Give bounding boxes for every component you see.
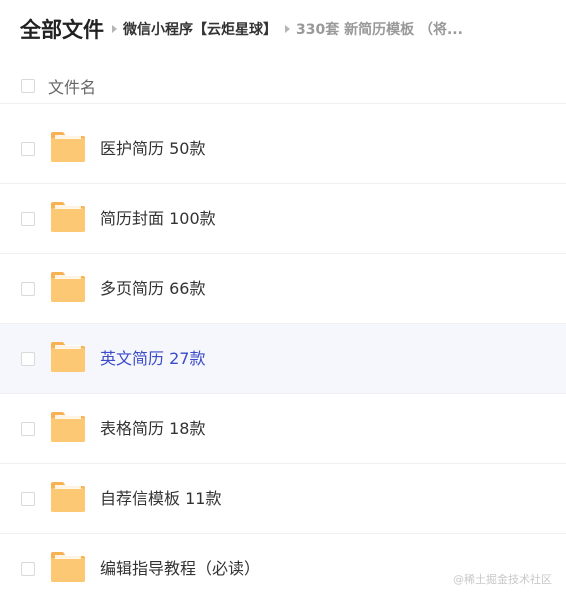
folder-icon bbox=[51, 482, 85, 512]
breadcrumb-separator-icon bbox=[112, 25, 117, 33]
row-checkbox[interactable] bbox=[21, 212, 35, 226]
folder-icon bbox=[51, 342, 85, 372]
file-row[interactable]: 编辑指导教程（必读） bbox=[0, 534, 566, 601]
breadcrumb-separator-icon bbox=[285, 25, 290, 33]
folder-name[interactable]: 编辑指导教程（必读） bbox=[100, 534, 260, 601]
row-checkbox[interactable] bbox=[21, 352, 35, 366]
file-row[interactable]: 简历封面 100款 bbox=[0, 184, 566, 254]
file-list-header: 文件名 bbox=[0, 68, 566, 104]
breadcrumb-root[interactable]: 全部文件 bbox=[20, 14, 104, 44]
folder-icon bbox=[51, 552, 85, 582]
breadcrumb-item-2: 330套 新简历模板 （将... bbox=[296, 22, 463, 38]
breadcrumb-item-1[interactable]: 微信小程序【云炬星球】 bbox=[123, 19, 277, 39]
file-row[interactable]: 英文简历 27款 bbox=[0, 324, 566, 394]
row-checkbox[interactable] bbox=[21, 142, 35, 156]
file-row[interactable]: 表格简历 18款 bbox=[0, 394, 566, 464]
select-all-checkbox[interactable] bbox=[21, 78, 35, 93]
folder-name[interactable]: 表格简历 18款 bbox=[100, 394, 205, 464]
column-header-filename[interactable]: 文件名 bbox=[48, 74, 96, 98]
folder-name[interactable]: 医护简历 50款 bbox=[100, 114, 205, 184]
file-row[interactable]: 自荐信模板 11款 bbox=[0, 464, 566, 534]
file-row[interactable]: 多页简历 66款 bbox=[0, 254, 566, 324]
folder-name[interactable]: 自荐信模板 11款 bbox=[100, 464, 221, 534]
file-row[interactable]: 医护简历 50款 bbox=[0, 114, 566, 184]
row-checkbox[interactable] bbox=[21, 282, 35, 296]
breadcrumb: 全部文件 微信小程序【云炬星球】 330套 新简历模板 （将... bbox=[20, 14, 550, 44]
folder-icon bbox=[51, 202, 85, 232]
folder-icon bbox=[51, 412, 85, 442]
row-checkbox[interactable] bbox=[21, 492, 35, 506]
folder-name[interactable]: 多页简历 66款 bbox=[100, 254, 205, 324]
folder-name[interactable]: 英文简历 27款 bbox=[100, 324, 205, 394]
row-checkbox[interactable] bbox=[21, 422, 35, 436]
folder-icon bbox=[51, 132, 85, 162]
watermark: @稀土掘金技术社区 bbox=[453, 573, 552, 586]
row-checkbox[interactable] bbox=[21, 562, 35, 576]
folder-name[interactable]: 简历封面 100款 bbox=[100, 184, 216, 254]
folder-icon bbox=[51, 272, 85, 302]
